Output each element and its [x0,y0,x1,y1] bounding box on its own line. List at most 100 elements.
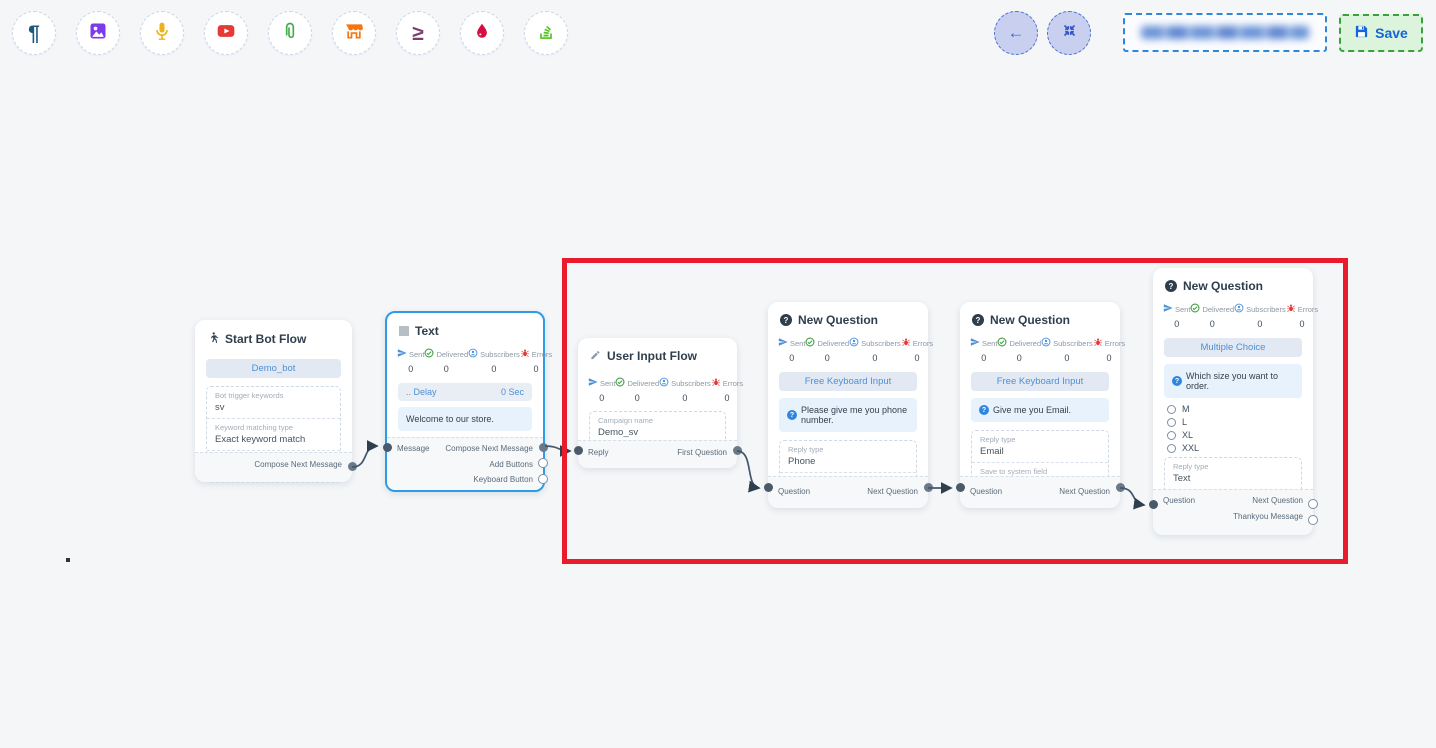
compose-next-message-port[interactable] [348,462,357,471]
delivered-icon [997,337,1007,349]
stat-label: Delivered [1202,305,1234,314]
delay-setting[interactable]: .. Delay 0 Sec [398,383,532,401]
question-input-port[interactable] [764,483,773,492]
node-start-bot-flow[interactable]: Start Bot Flow Demo_bot Bot trigger keyw… [195,320,352,482]
first-question-port[interactable] [733,446,742,455]
edge-userinput-to-q1 [737,451,759,488]
input-type-button[interactable]: Free Keyboard Input [779,372,917,391]
question-message-box[interactable]: ?Which size you want to order. [1164,364,1302,398]
text-element-button[interactable]: ¶ [12,11,56,55]
delay-label: .. Delay [406,387,437,397]
thankyou-message-port[interactable] [1308,515,1318,525]
sequence-element-button[interactable]: ≥ [396,11,440,55]
radio-icon [1167,444,1176,453]
option-xl[interactable]: XL [1167,430,1299,440]
message-text-box[interactable]: Welcome to our store. [398,407,532,431]
stats-row: Sent0 Delivered0 Subscribers0 Errors0 [578,372,737,405]
stack-icon [536,21,556,46]
flow-name-input[interactable] [1123,13,1327,52]
next-question-port[interactable] [924,483,933,492]
message-input-port[interactable] [383,443,392,452]
errors-icon [520,348,530,360]
subscribers-icon [849,337,859,349]
add-buttons-port[interactable] [538,458,548,468]
video-element-button[interactable] [204,11,248,55]
stat-value: 0 [424,364,468,374]
option-label: L [1182,417,1187,427]
file-element-button[interactable] [268,11,312,55]
radio-icon [1167,405,1176,414]
back-button[interactable]: ← [994,11,1038,55]
errors-icon [1093,337,1103,349]
stat-value: 0 [849,353,901,363]
stat-value: 0 [711,393,743,403]
save-button[interactable]: Save [1339,14,1423,52]
trigger-keywords-field[interactable]: Bot trigger keywords sv [207,387,340,419]
matching-type-field[interactable]: Keyword matching type Exact keyword matc… [207,419,340,451]
option-xxl[interactable]: XXL [1167,443,1299,453]
paragraph-icon: ¶ [28,23,40,44]
node-user-input-flow[interactable]: User Input Flow Sent0 Delivered0 Subscri… [578,338,737,468]
walking-person-icon [207,331,219,347]
subscribers-icon [1041,337,1051,349]
reply-type-field[interactable]: Reply type Phone [780,441,916,473]
audio-element-button[interactable] [140,11,184,55]
delay-value: 0 Sec [501,387,524,397]
message-content: Give me you Email. [993,405,1071,415]
stat-value: 0 [397,364,424,374]
sent-icon [970,337,980,349]
node-new-question-2[interactable]: ? New Question Sent0 Delivered0 Subscrib… [960,302,1120,508]
node-text[interactable]: Text Sent0 Delivered0 Subscribers0 Error… [385,311,545,492]
stat-label: Subscribers [861,339,901,348]
input-type-button[interactable]: Free Keyboard Input [971,372,1109,391]
reply-type-field[interactable]: Reply type Email [972,431,1108,463]
campaign-name-field[interactable]: Campaign name Demo_sv [590,412,725,443]
stat-label: Delivered [436,350,468,359]
message-content: Which size you want to order. [1186,371,1294,391]
radio-icon [1167,418,1176,427]
stat-value: 0 [997,353,1041,363]
store-element-button[interactable] [332,11,376,55]
option-l[interactable]: L [1167,417,1299,427]
question-input-port[interactable] [1149,500,1158,509]
input-label: Question [778,487,810,496]
bot-select-button[interactable]: Demo_bot [206,359,341,378]
image-element-button[interactable] [76,11,120,55]
stat-label: Subscribers [480,350,520,359]
output-label: Add Buttons [397,456,533,471]
node-title: Start Bot Flow [225,332,306,346]
drip-element-button[interactable] [460,11,504,55]
stat-value: 0 [520,364,552,374]
output-label: Next Question [867,487,918,496]
compose-next-message-port[interactable] [539,443,548,452]
field-value: Demo_sv [598,427,717,438]
fit-view-button[interactable] [1047,11,1091,55]
option-m[interactable]: M [1167,404,1299,414]
node-title: New Question [990,313,1070,327]
reply-type-field[interactable]: Reply type Text [1165,458,1301,490]
question-message-box[interactable]: ?Give me you Email. [971,398,1109,422]
stats-row: Sent0 Delivered0 Subscribers0 Errors0 [768,332,928,365]
choice-options: M L XL XXL [1167,404,1299,453]
next-question-port[interactable] [1308,499,1318,509]
output-label: Compose Next Message [445,444,533,453]
question-input-port[interactable] [956,483,965,492]
stat-value: 0 [1286,319,1318,329]
stat-label: Subscribers [671,379,711,388]
node-new-question-1[interactable]: ? New Question Sent0 Delivered0 Subscrib… [768,302,928,508]
stat-value: 0 [805,353,849,363]
errors-icon [1286,303,1296,315]
stat-label: Sent [1175,305,1190,314]
input-type-button[interactable]: Multiple Choice [1164,338,1302,357]
sent-icon [778,337,788,349]
output-label: Next Question [1059,487,1110,496]
option-label: XXL [1182,443,1199,453]
reply-input-port[interactable] [574,446,583,455]
next-question-port[interactable] [1116,483,1125,492]
field-value: sv [215,402,332,413]
question-message-box[interactable]: ?Please give me you phone number. [779,398,917,432]
stack-element-button[interactable] [524,11,568,55]
node-new-question-3[interactable]: ? New Question Sent0 Delivered0 Subscrib… [1153,268,1313,535]
keyboard-button-port[interactable] [538,474,548,484]
arrow-left-icon: ← [1008,23,1025,43]
